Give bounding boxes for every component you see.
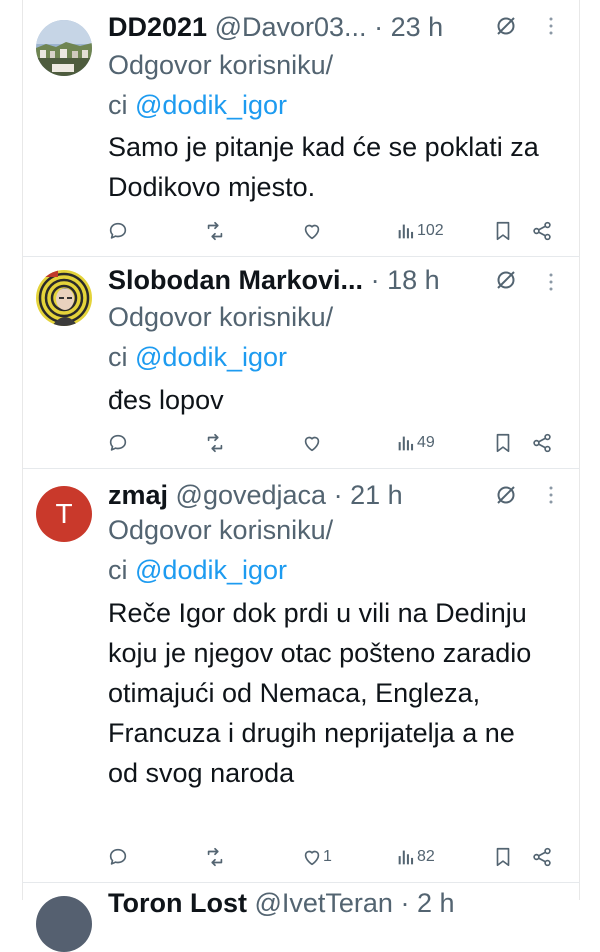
views-icon bbox=[398, 850, 414, 865]
retweet-icon bbox=[207, 221, 223, 241]
timestamp[interactable]: 23 h bbox=[391, 12, 444, 42]
retweet-button[interactable] bbox=[204, 428, 226, 458]
reply-prefix-2: ci bbox=[108, 90, 128, 120]
reply-button[interactable] bbox=[107, 428, 129, 458]
reply-icon bbox=[109, 434, 127, 451]
display-name[interactable]: DD2021 bbox=[108, 12, 207, 42]
like-count: 1 bbox=[323, 848, 332, 865]
reply-context: Odgovor korisniku/ ci @dodik_igor bbox=[108, 297, 333, 377]
like-icon bbox=[304, 850, 320, 866]
timestamp[interactable]: 18 h bbox=[387, 265, 440, 295]
share-button[interactable] bbox=[531, 216, 553, 246]
display-name[interactable]: Slobodan Markovi... bbox=[108, 265, 363, 295]
retweet-button[interactable] bbox=[204, 216, 226, 246]
like-button[interactable] bbox=[301, 216, 323, 246]
retweet-button[interactable] bbox=[204, 842, 226, 872]
views-button[interactable]: 82 bbox=[395, 842, 435, 872]
views-icon bbox=[398, 436, 414, 451]
display-name[interactable]: Toron Lost bbox=[108, 888, 247, 918]
retweet-icon bbox=[207, 847, 223, 867]
divider bbox=[22, 256, 580, 257]
action-bar: 102 bbox=[0, 216, 600, 246]
divider bbox=[22, 468, 580, 469]
more-icon[interactable] bbox=[541, 270, 561, 294]
views-button[interactable]: 49 bbox=[395, 428, 435, 458]
handle[interactable]: @govedjaca bbox=[176, 480, 327, 510]
bookmark-button[interactable] bbox=[492, 842, 514, 872]
like-icon bbox=[304, 436, 320, 452]
timestamp[interactable]: 21 h bbox=[350, 480, 403, 510]
action-bar: 1 82 bbox=[0, 842, 600, 872]
mention-link[interactable]: @dodik_igor bbox=[135, 342, 287, 372]
like-button[interactable] bbox=[301, 428, 323, 458]
reply-icon bbox=[109, 848, 127, 865]
share-button[interactable] bbox=[531, 842, 553, 872]
retweet-icon bbox=[207, 433, 223, 453]
avatar[interactable] bbox=[36, 896, 92, 952]
bookmark-icon bbox=[496, 433, 510, 453]
separator-dot: · bbox=[374, 12, 384, 42]
handle[interactable]: @IvetTeran bbox=[254, 888, 392, 918]
avatar[interactable] bbox=[36, 270, 92, 326]
handle[interactable]: @Davor03... bbox=[215, 12, 367, 42]
more-icon[interactable] bbox=[541, 14, 561, 38]
share-icon bbox=[533, 433, 551, 453]
tweet-text: đes lopov bbox=[108, 385, 224, 415]
reply-prefix: Odgovor korisniku/ bbox=[108, 302, 334, 332]
reply-prefix: Odgovor korisniku/ bbox=[108, 50, 334, 80]
like-icon bbox=[304, 224, 320, 240]
separator-dot: · bbox=[333, 480, 343, 510]
view-count: 102 bbox=[417, 222, 444, 239]
reply-context: Odgovor korisniku/ ci @dodik_igor bbox=[108, 510, 333, 590]
divider bbox=[22, 882, 580, 883]
mention-link[interactable]: @dodik_igor bbox=[135, 90, 287, 120]
avatar[interactable] bbox=[36, 20, 92, 76]
tweet-text: Reče Igor dok prdi u vili na Dedinju koj… bbox=[108, 598, 532, 788]
separator-dot: · bbox=[370, 265, 380, 295]
reply-prefix-2: ci bbox=[108, 342, 128, 372]
reply-context: Odgovor korisniku/ ci @dodik_igor bbox=[108, 45, 333, 125]
tweet-text: Samo je pitanje kad će se poklati za Dod… bbox=[108, 132, 539, 202]
reply-prefix-2: ci bbox=[108, 555, 128, 585]
reply-button[interactable] bbox=[107, 842, 129, 872]
grok-icon[interactable] bbox=[494, 483, 518, 507]
timestamp[interactable]: 2 h bbox=[417, 888, 455, 918]
views-icon bbox=[398, 224, 414, 239]
bookmark-icon bbox=[496, 221, 510, 241]
view-count: 49 bbox=[417, 434, 435, 451]
like-button[interactable]: 1 bbox=[301, 842, 332, 872]
share-button[interactable] bbox=[531, 428, 553, 458]
share-icon bbox=[533, 847, 551, 867]
mention-link[interactable]: @dodik_igor bbox=[135, 555, 287, 585]
action-bar: 49 bbox=[0, 428, 600, 458]
bookmark-button[interactable] bbox=[492, 428, 514, 458]
grok-icon[interactable] bbox=[494, 268, 518, 292]
display-name[interactable]: zmaj bbox=[108, 480, 168, 510]
separator-dot: · bbox=[400, 888, 410, 918]
reply-button[interactable] bbox=[107, 216, 129, 246]
views-button[interactable]: 102 bbox=[395, 216, 444, 246]
bookmark-button[interactable] bbox=[492, 216, 514, 246]
avatar[interactable]: T bbox=[36, 486, 92, 542]
bookmark-icon bbox=[496, 847, 510, 867]
grok-icon[interactable] bbox=[494, 14, 518, 38]
reply-icon bbox=[109, 222, 127, 239]
reply-prefix: Odgovor korisniku/ bbox=[108, 515, 334, 545]
view-count: 82 bbox=[417, 848, 435, 865]
more-icon[interactable] bbox=[541, 483, 561, 507]
share-icon bbox=[533, 221, 551, 241]
avatar-letter: T bbox=[55, 498, 73, 529]
